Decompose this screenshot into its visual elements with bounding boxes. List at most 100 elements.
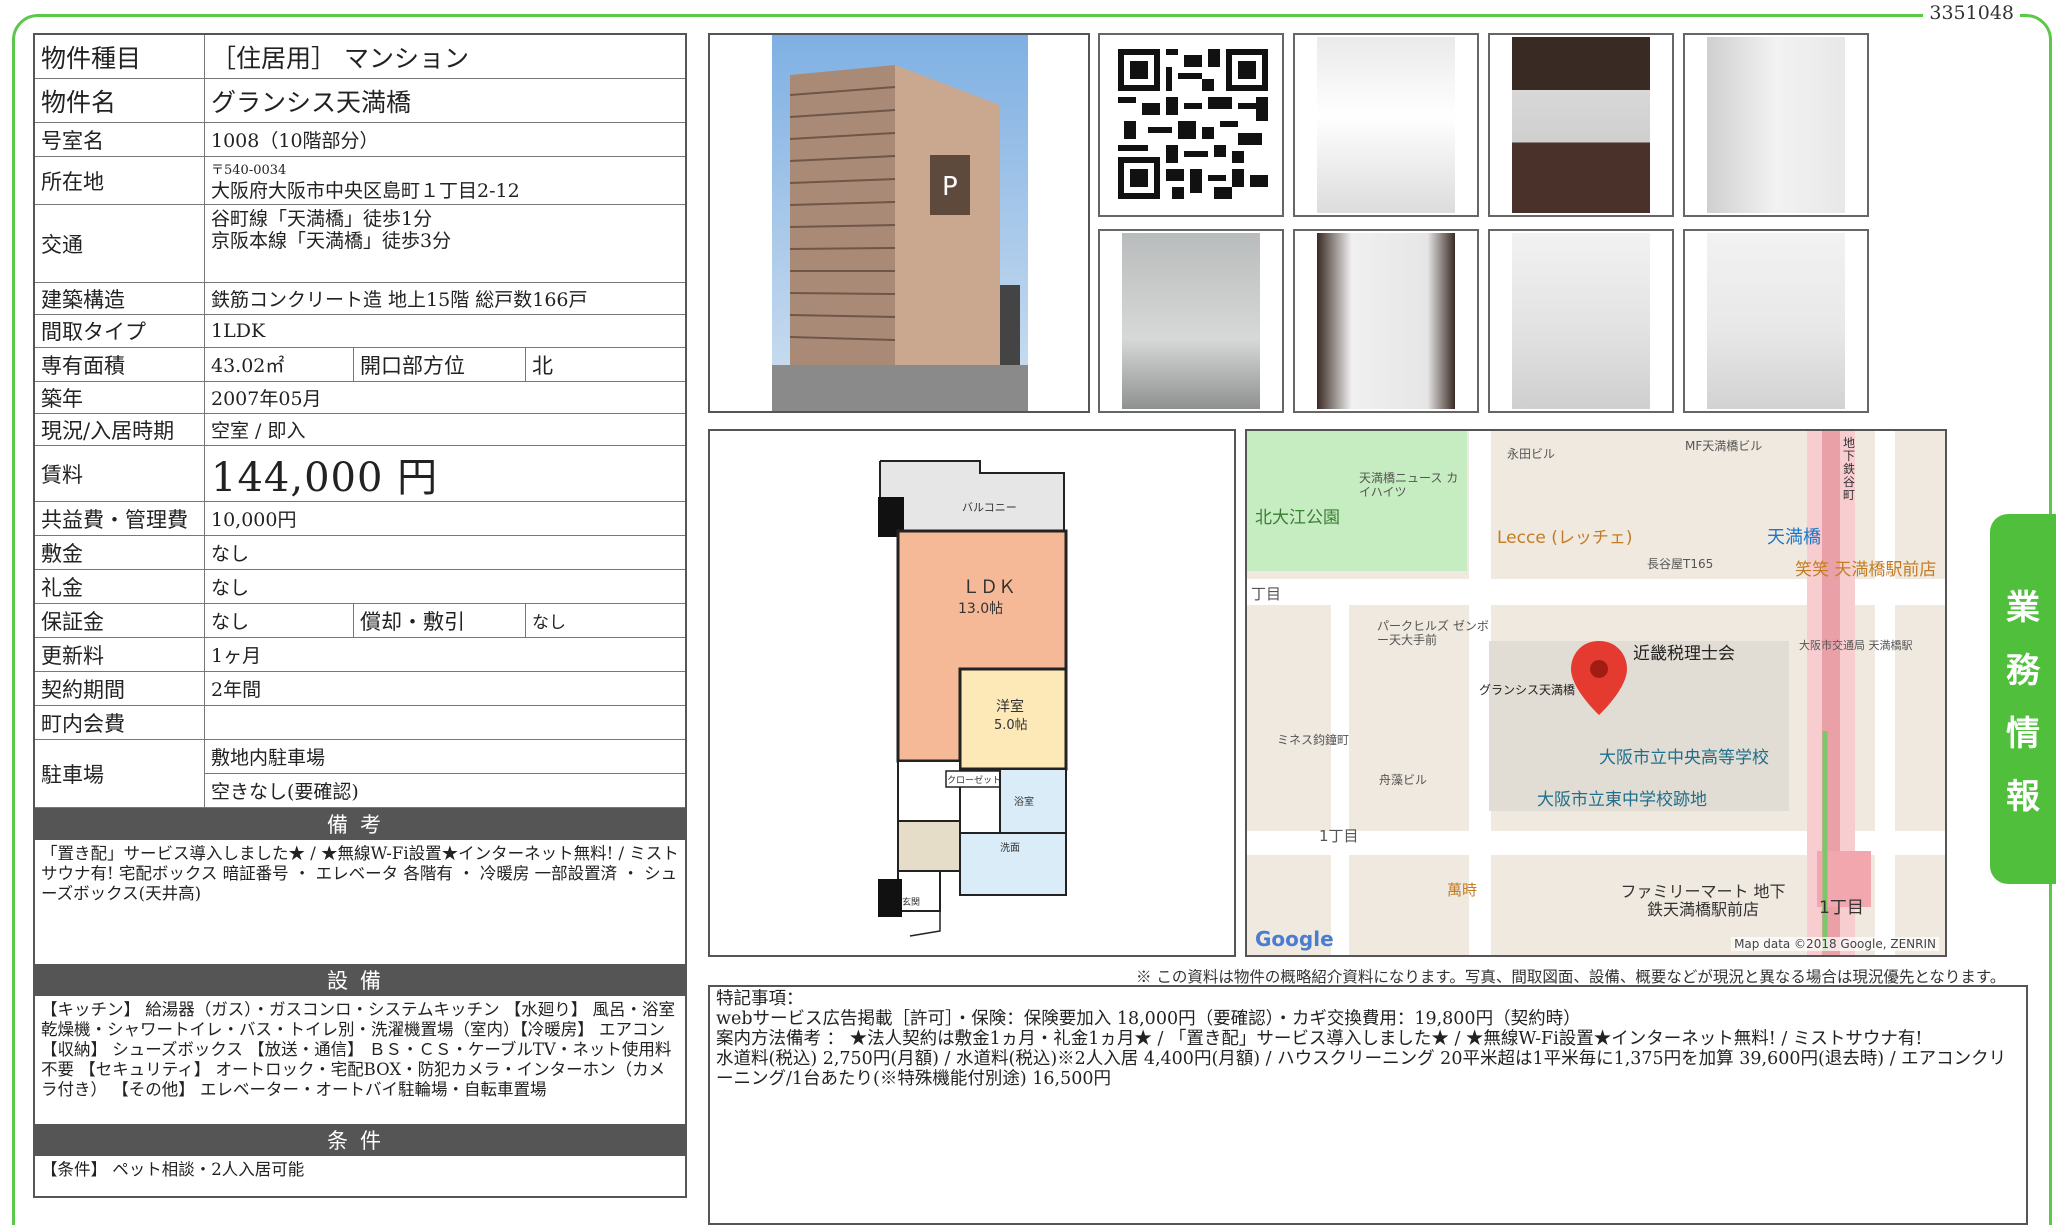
row-room-no: 号室名 1008（10階部分） xyxy=(35,123,685,157)
photo-western-room[interactable] xyxy=(1683,229,1869,413)
balcony-label: バルコニー xyxy=(962,501,1017,514)
direction-value: 北 xyxy=(525,348,685,381)
location-map[interactable]: 北大江公園 Lecce (レッチェ) 天満橋 長谷屋T165 笑笑 天満橋駅前店… xyxy=(1245,429,1947,957)
closet-label: クローゼット xyxy=(947,774,1001,786)
transit-line-1: 谷町線「天満橋」徒歩1分 xyxy=(211,208,433,230)
map-label-chome: 丁目 xyxy=(1251,585,1282,603)
row-key-money: 礼金 なし xyxy=(35,570,685,604)
map-label-grancis: グランシス天満橋 xyxy=(1479,683,1576,697)
value xyxy=(205,706,685,739)
bath-label: 浴室 xyxy=(1014,795,1034,808)
map-label-funamo: 舟藻ビル xyxy=(1379,773,1428,787)
value: グランシス天満橋 xyxy=(211,87,412,117)
svg-text:P: P xyxy=(942,172,958,202)
bathroom-image xyxy=(1122,233,1260,409)
map-label-manji: 萬時 xyxy=(1447,881,1478,899)
map-label-1chome-left: 1丁目 xyxy=(1319,827,1359,845)
label: 共益費・管理費 xyxy=(35,502,205,535)
row-built: 築年 2007年05月 xyxy=(35,382,685,414)
disclaimer: ※ この資料は物件の概略紹介資料になります。写真、間取図面、設備、概要などが現況… xyxy=(1136,968,2006,986)
map-drawing xyxy=(1247,431,1945,955)
photo-washroom[interactable] xyxy=(1683,33,1869,217)
value: 1LDK xyxy=(211,320,266,342)
value: 1ヶ月 xyxy=(211,645,262,667)
label: 敷金 xyxy=(35,536,205,569)
building-photo: P xyxy=(708,33,1090,413)
value: 1008（10階部分） xyxy=(211,130,379,152)
value: なし xyxy=(211,543,250,565)
photo-bathroom[interactable] xyxy=(1098,229,1284,413)
floor-plan: バルコニー ＬＤＫ 13.0帖 洋室 5.0帖 クローゼット 浴室 洗面 玄関 xyxy=(708,429,1236,957)
label: 賃料 xyxy=(35,446,205,501)
amortization-label: 償却・敷引 xyxy=(353,604,525,637)
direction-label: 開口部方位 xyxy=(353,348,525,381)
label: 現況/入居時期 xyxy=(35,414,205,445)
side-tab-char-3: 情 xyxy=(2006,714,2040,754)
row-status: 現況/入居時期 空室 / 即入 xyxy=(35,414,685,446)
ldk-label: ＬＤＫ xyxy=(962,577,1016,598)
toilet-image xyxy=(1317,233,1455,409)
western-room-size-label: 5.0帖 xyxy=(994,718,1028,733)
row-rent: 賃料 144,000 円 xyxy=(35,446,685,502)
amortization-value: なし xyxy=(525,604,685,637)
photo-room-window[interactable] xyxy=(1488,229,1674,413)
value: 鉄筋コンクリート造 地上15階 総戸数166戸 xyxy=(211,289,588,311)
conditions-header: 条件 xyxy=(35,1124,685,1156)
side-tab-char-4: 報 xyxy=(2006,777,2040,817)
document-id: 3351048 xyxy=(1923,2,2020,24)
label: 保証金 xyxy=(35,604,205,637)
rent-value: 144,000 円 xyxy=(211,454,439,501)
label: 間取タイプ xyxy=(35,315,205,347)
value: 空室 / 即入 xyxy=(211,420,306,442)
map-credit: Map data ©2018 Google, ZENRIN xyxy=(1731,937,1939,951)
row-transit: 交通 谷町線「天満橋」徒歩1分 京阪本線「天満橋」徒歩3分 xyxy=(35,205,685,283)
label: 更新料 xyxy=(35,638,205,671)
label: 町内会費 xyxy=(35,706,205,739)
area-value: 43.02㎡ xyxy=(211,355,285,377)
row-parking: 駐車場 敷地内駐車場 空きなし(要確認) xyxy=(35,740,685,808)
photo-toilet[interactable] xyxy=(1293,229,1479,413)
kitchen-image xyxy=(1512,37,1650,213)
address-value: 大阪府大阪市中央区島町１丁目2-12 xyxy=(211,179,520,202)
row-deposit: 敷金 なし xyxy=(35,536,685,570)
postal-code: 〒540-0034 xyxy=(211,162,287,178)
value: 2年間 xyxy=(211,679,262,701)
label: 建築構造 xyxy=(35,283,205,314)
photo-kitchen[interactable] xyxy=(1488,33,1674,217)
facilities-header: 設備 xyxy=(35,964,685,996)
value: 2007年05月 xyxy=(211,388,322,410)
label: 契約期間 xyxy=(35,672,205,705)
row-fee: 共益費・管理費 10,000円 xyxy=(35,502,685,536)
row-address: 所在地 〒540-0034 大阪府大阪市中央区島町１丁目2-12 xyxy=(35,157,685,205)
remarks-text: 「置き配」サービス導入しました★ / ★無線W-Fi設置★インターネット無料! … xyxy=(41,844,679,903)
map-label-park-hills: パークヒルズ ゼンボー天大手前 xyxy=(1377,619,1489,647)
map-label-kinki: 近畿税理士会 xyxy=(1633,644,1735,664)
label: 交通 xyxy=(35,205,205,282)
qr-code[interactable] xyxy=(1098,33,1284,217)
value: ［住居用］ マンション xyxy=(211,43,469,73)
row-guarantee: 保証金 なし 償却・敷引 なし xyxy=(35,604,685,638)
label: 専有面積 xyxy=(35,348,205,381)
special-notes-title: 特記事項： xyxy=(716,989,804,1009)
value: 10,000円 xyxy=(211,509,297,531)
row-renewal: 更新料 1ヶ月 xyxy=(35,638,685,672)
qr-code-icon xyxy=(1118,49,1268,199)
row-community: 町内会費 xyxy=(35,706,685,740)
remarks-header: 備考 xyxy=(35,808,685,840)
map-label-higashi-jhs: 大阪市立東中学校跡地 xyxy=(1537,790,1707,810)
washroom-image xyxy=(1707,37,1845,213)
label: 駐車場 xyxy=(35,740,205,807)
guarantee-value: なし xyxy=(211,611,250,633)
row-property-type: 物件種目 ［住居用］ マンション xyxy=(35,35,685,79)
map-label-tenmabashi: 天満橋 xyxy=(1767,527,1821,548)
row-term: 契約期間 2年間 xyxy=(35,672,685,706)
photo-living-room[interactable] xyxy=(1293,33,1479,217)
label: 物件種目 xyxy=(35,35,205,78)
business-info-tab[interactable]: 業 務 情 報 xyxy=(1990,514,2056,884)
label: 礼金 xyxy=(35,570,205,603)
room-window-image xyxy=(1512,233,1650,409)
entrance-label: 玄関 xyxy=(902,896,920,908)
western-room-label: 洋室 xyxy=(996,698,1024,715)
label: 築年 xyxy=(35,382,205,413)
map-label-1chome-right: 1丁目 xyxy=(1819,898,1864,918)
